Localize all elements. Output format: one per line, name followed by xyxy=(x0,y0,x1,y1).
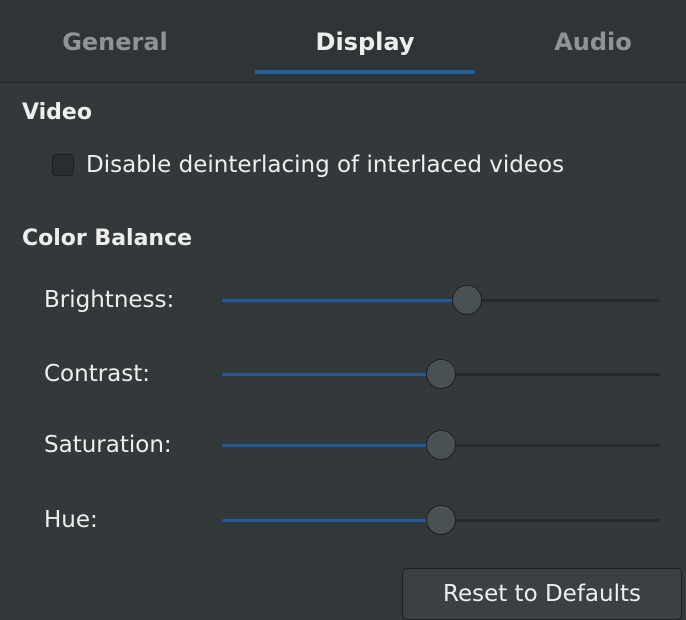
deinterlace-checkbox-row[interactable]: Disable deinterlacing of interlaced vide… xyxy=(52,149,564,181)
tab-audio[interactable]: Audio xyxy=(500,0,686,83)
brightness-label: Brightness: xyxy=(44,287,175,313)
tab-general[interactable]: General xyxy=(0,0,230,83)
tab-bar: General Display Audio xyxy=(0,0,686,83)
brightness-slider-fill xyxy=(222,299,468,302)
hue-slider-fill xyxy=(222,519,441,522)
brightness-slider[interactable] xyxy=(222,285,660,315)
saturation-label: Saturation: xyxy=(44,432,172,458)
contrast-slider[interactable] xyxy=(222,359,660,389)
contrast-label: Contrast: xyxy=(44,361,151,387)
saturation-slider-fill xyxy=(222,444,441,447)
saturation-slider-handle[interactable] xyxy=(426,430,456,460)
active-tab-indicator xyxy=(255,70,475,74)
deinterlace-checkbox-label: Disable deinterlacing of interlaced vide… xyxy=(86,152,565,178)
brightness-slider-handle[interactable] xyxy=(452,285,483,315)
color-balance-section-title: Color Balance xyxy=(22,226,193,251)
hue-slider-handle[interactable] xyxy=(426,505,456,535)
contrast-slider-handle[interactable] xyxy=(426,359,456,389)
hue-slider[interactable] xyxy=(222,505,660,535)
saturation-slider[interactable] xyxy=(222,430,660,460)
video-section-title: Video xyxy=(22,100,92,125)
deinterlace-checkbox[interactable] xyxy=(52,154,74,176)
reset-to-defaults-button[interactable]: Reset to Defaults xyxy=(402,568,682,620)
hue-label: Hue: xyxy=(44,507,98,533)
contrast-slider-fill xyxy=(222,373,441,376)
